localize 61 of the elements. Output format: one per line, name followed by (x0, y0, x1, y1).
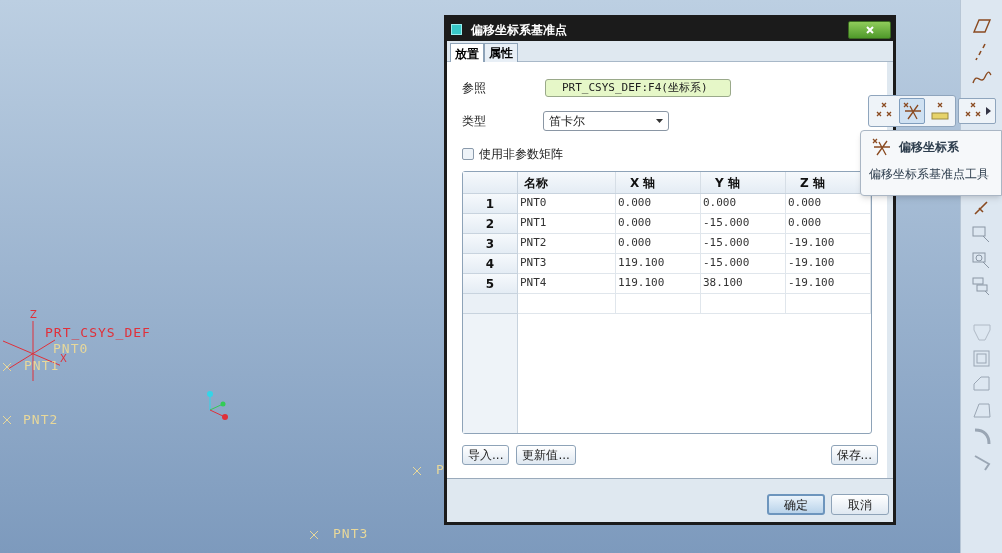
table-cell: -19.100 (786, 234, 871, 253)
table-cell: 0.000 (616, 234, 701, 253)
close-icon (865, 25, 874, 34)
dialog-button[interactable]: 保存... (830, 445, 878, 465)
caret-icon (986, 107, 991, 115)
table-cell: 119.100 (616, 274, 701, 293)
column-header: X 轴 (616, 172, 701, 193)
axis-label: X (60, 354, 67, 364)
row-header: 5 (463, 274, 517, 294)
type-dropdown[interactable]: 笛卡尔 (543, 111, 669, 131)
column-header: Y 轴 (701, 172, 786, 193)
table-cell: 0.000 (786, 214, 871, 233)
offset-csys-icon (902, 101, 922, 121)
tab[interactable]: 放置 (450, 43, 484, 63)
column-header: 名称 (518, 172, 616, 193)
point-label: PNT0 (53, 342, 89, 355)
reference-field[interactable]: PRT_CSYS_DEF:F4(坐标系) (545, 79, 731, 97)
flyout-group-button[interactable] (958, 98, 996, 124)
point-label: PNT2 (23, 413, 59, 426)
table-cell: 119.100 (616, 254, 701, 273)
axis-label: Z (30, 310, 37, 320)
table-cell: 0.000 (616, 214, 701, 233)
field-label: 参照 (462, 80, 487, 97)
row-header: 1 (463, 194, 517, 214)
tooltip-title: 偏移坐标系 (899, 139, 959, 156)
window-icon (451, 24, 462, 35)
tab[interactable]: 属性 (484, 43, 518, 62)
dialog-button[interactable]: 取消 (831, 494, 889, 515)
table-cell: -15.000 (701, 254, 786, 273)
table-cell: -15.000 (701, 234, 786, 253)
table-cell: 38.100 (701, 274, 786, 293)
caret-icon (656, 119, 663, 123)
table-cell: -15.000 (701, 214, 786, 233)
checkbox[interactable] (462, 148, 474, 160)
table-cell: -19.100 (786, 254, 871, 273)
flyout-button[interactable] (899, 98, 925, 124)
plane-icon[interactable] (970, 16, 993, 36)
tooltip-description: 偏移坐标系基准点工具 (869, 166, 990, 183)
point-label: PNT3 (333, 527, 369, 540)
dialog-button[interactable]: 导入... (462, 445, 510, 465)
table-cell: PNT1 (518, 214, 616, 233)
table-cell: PNT4 (518, 274, 616, 293)
offset-csys-icon (871, 137, 891, 157)
dialog-button[interactable]: 确定 (767, 494, 825, 515)
table-cell: 0.000 (616, 194, 701, 213)
csys-label: PRT_CSYS_DEF (45, 326, 151, 339)
field-label: 类型 (462, 113, 487, 130)
close-button[interactable] (848, 20, 891, 39)
dialog-button[interactable]: 更新值... (516, 445, 576, 465)
table-cell: PNT3 (518, 254, 616, 273)
table-cell: PNT0 (518, 194, 616, 213)
row-header: 3 (463, 234, 517, 254)
table-cell: -19.100 (786, 274, 871, 293)
table-cell: PNT2 (518, 234, 616, 253)
table-cell: 0.000 (701, 194, 786, 213)
row-header: 4 (463, 254, 517, 274)
checkbox-label: 使用非参数矩阵 (479, 146, 563, 163)
field-point-icon (930, 101, 950, 121)
row-header: 2 (463, 214, 517, 234)
window-title: 偏移坐标系基准点 (471, 21, 567, 39)
point-label: P (436, 463, 445, 476)
